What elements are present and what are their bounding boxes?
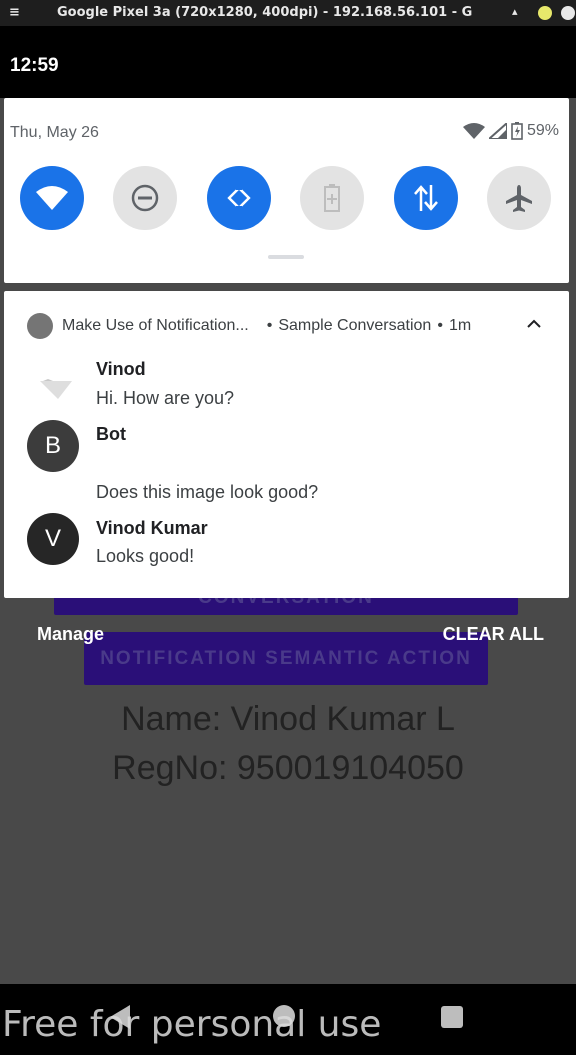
- tile-airplane-mode[interactable]: [487, 166, 551, 230]
- message-sender: Vinod: [96, 359, 146, 379]
- maximize-button[interactable]: [538, 6, 552, 20]
- notification-time: 1m: [448, 317, 472, 334]
- header-bullet: •: [437, 317, 443, 334]
- message-sender: Bot: [96, 424, 126, 444]
- avatar: V: [27, 513, 79, 565]
- regno-text: RegNo: 950019104050: [112, 749, 464, 787]
- avatar: B: [27, 420, 79, 472]
- manage-button[interactable]: Manage: [37, 624, 104, 645]
- tile-do-not-disturb[interactable]: [113, 166, 177, 230]
- emulator-title: Google Pixel 3a (720x1280, 400dpi) - 192…: [57, 5, 473, 20]
- image-placeholder-icon: [40, 379, 72, 399]
- wifi-icon: [36, 186, 68, 210]
- qs-date: Thu, May 26: [10, 124, 99, 141]
- conversation-notification[interactable]: Make Use of Notification... • Sample Con…: [4, 291, 569, 598]
- mobile-data-icon: [414, 185, 438, 211]
- status-clock: 12:59: [10, 55, 59, 76]
- airplane-icon: [506, 185, 532, 212]
- message-text: Looks good!: [96, 546, 195, 566]
- battery-saver-icon: [324, 184, 340, 212]
- message-text: Does this image look good?: [96, 482, 319, 502]
- app-icon: [27, 313, 53, 339]
- tile-wifi[interactable]: [20, 166, 84, 230]
- notification-subtext: Sample Conversation: [278, 317, 432, 334]
- battery-icon: [511, 122, 523, 140]
- close-button[interactable]: [561, 6, 575, 20]
- notification-header: Make Use of Notification... • Sample Con…: [27, 313, 472, 339]
- status-bar: [0, 26, 576, 98]
- auto-rotate-icon: [227, 184, 251, 212]
- qs-drag-handle[interactable]: [268, 255, 304, 259]
- hamburger-icon[interactable]: ≡: [9, 5, 20, 20]
- recents-icon[interactable]: [441, 1006, 463, 1028]
- message-text: Hi. How are you?: [96, 388, 235, 408]
- watermark-text: Free for personal use: [2, 1004, 382, 1045]
- battery-percent: 59%: [526, 122, 559, 139]
- avatar-letter: B: [44, 432, 61, 459]
- notification-app-name: Make Use of Notification...: [62, 317, 249, 334]
- minimize-button[interactable]: ▴: [512, 5, 518, 18]
- cell-signal-icon: [488, 123, 507, 139]
- tile-battery-saver[interactable]: [300, 166, 364, 230]
- emulator-title-bar: ≡ Google Pixel 3a (720x1280, 400dpi) - 1…: [0, 0, 576, 26]
- clear-all-button[interactable]: CLEAR ALL: [443, 624, 544, 645]
- semantic-action-button-label: NOTIFICATION SEMANTIC ACTION: [100, 648, 472, 669]
- semantic-action-button[interactable]: NOTIFICATION SEMANTIC ACTION: [84, 632, 488, 685]
- name-text: Name: Vinod Kumar L: [121, 700, 455, 738]
- tile-auto-rotate[interactable]: [207, 166, 271, 230]
- qs-status-icons: 59%: [462, 122, 559, 140]
- message-sender: Vinod Kumar: [96, 518, 208, 538]
- chevron-up-icon[interactable]: [527, 319, 541, 329]
- header-bullet: •: [266, 317, 273, 334]
- tile-mobile-data[interactable]: [394, 166, 458, 230]
- quick-settings-panel: Thu, May 26 59%: [4, 98, 569, 283]
- wifi-signal-icon: [462, 123, 485, 139]
- do-not-disturb-icon: [131, 184, 159, 212]
- avatar-letter: V: [44, 525, 61, 552]
